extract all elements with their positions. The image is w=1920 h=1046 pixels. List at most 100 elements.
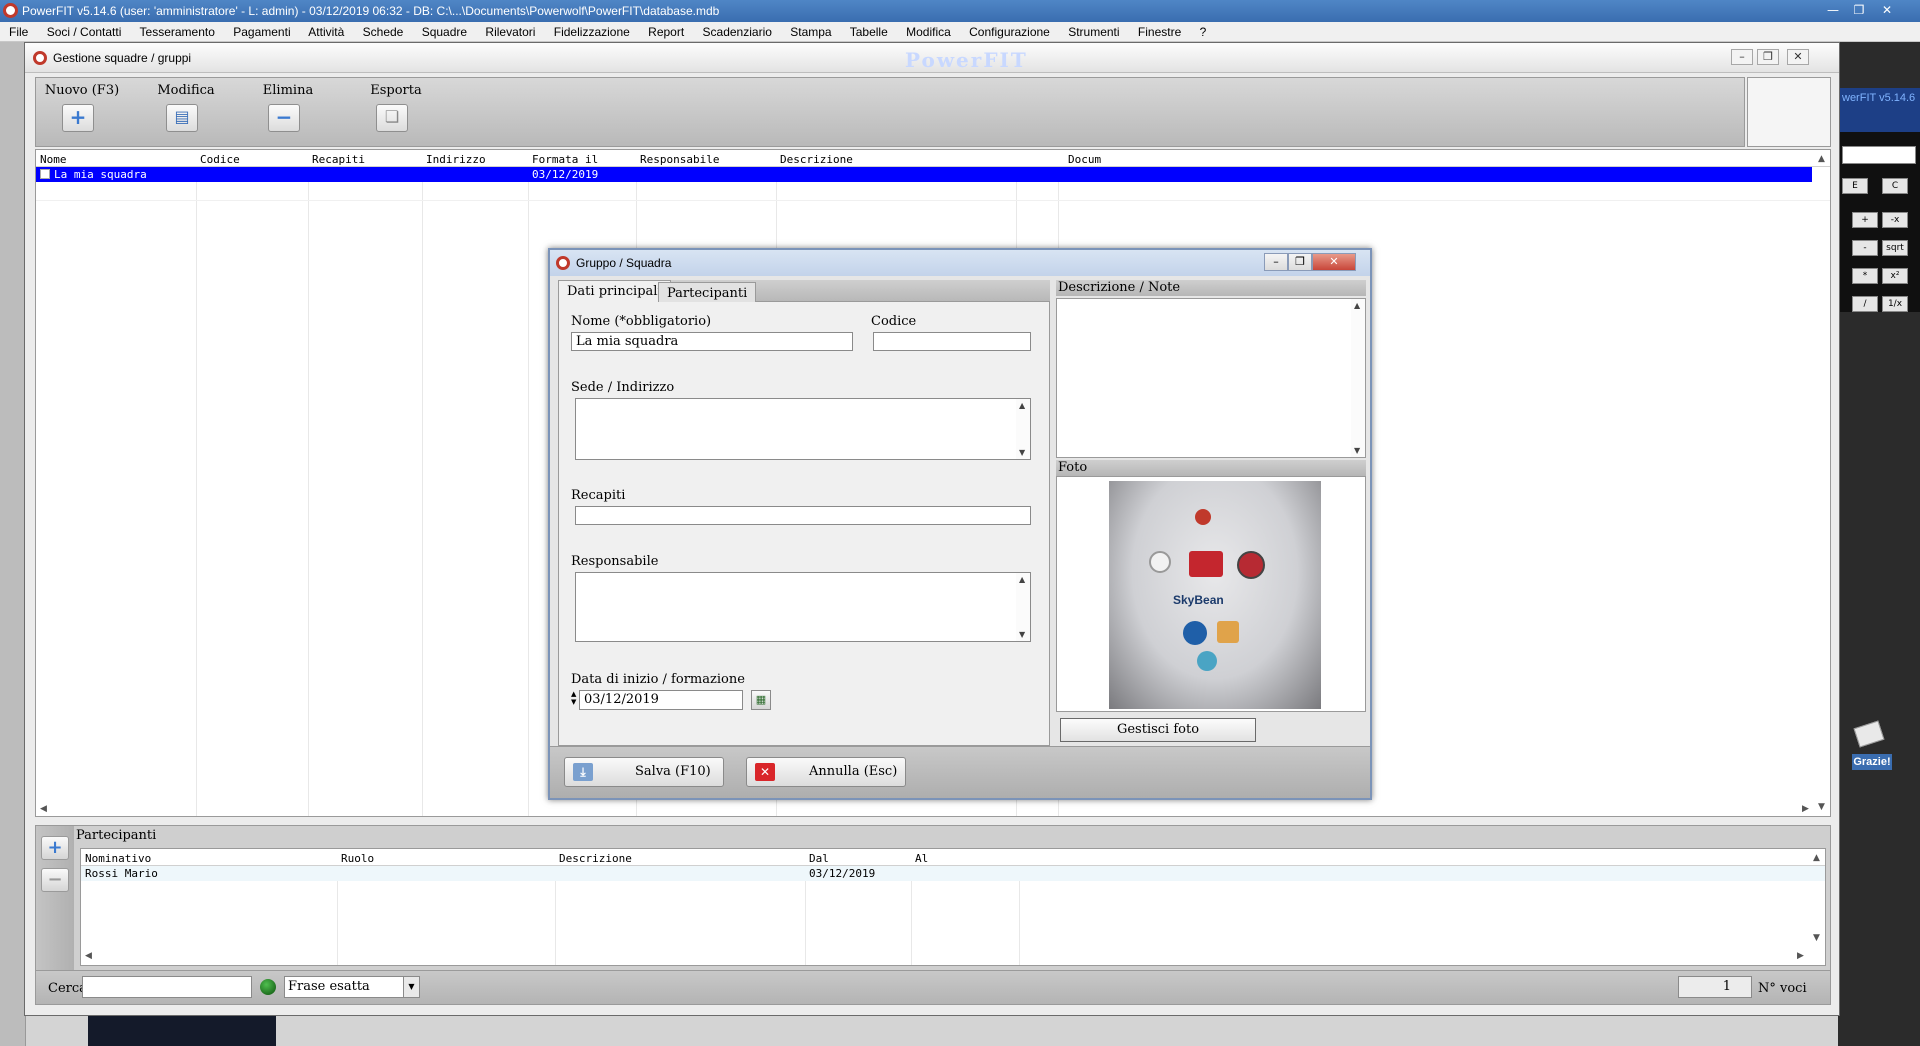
calc-key-e[interactable]: E <box>1842 178 1868 194</box>
search-mode-select[interactable]: Frase esatta ▼ <box>284 976 420 998</box>
dialog-minimize-icon[interactable]: – <box>1264 253 1288 271</box>
date-field[interactable]: 03/12/2019 <box>579 690 743 710</box>
contacts-field[interactable] <box>575 506 1031 525</box>
manage-photo-button[interactable]: Gestisci foto <box>1060 718 1256 742</box>
squad-photo: SkyBean <box>1109 481 1321 709</box>
row-checkbox[interactable] <box>40 169 50 179</box>
scroll-up-icon[interactable]: ▲ <box>1813 853 1820 863</box>
remove-participant-button[interactable]: − <box>41 868 69 892</box>
column-header-nome[interactable]: Nome <box>40 153 67 166</box>
cell-formata-il: 03/12/2019 <box>532 168 599 181</box>
scroll-down-icon[interactable]: ▼ <box>1813 933 1820 943</box>
calc-key-negate[interactable]: -x <box>1882 212 1908 228</box>
app-restore-icon[interactable]: ❐ <box>1846 0 1872 20</box>
column-header-ruolo[interactable]: Ruolo <box>341 852 374 865</box>
add-participant-button[interactable]: + <box>41 836 69 860</box>
column-header-nominativo[interactable]: Nominativo <box>85 852 151 865</box>
column-header-dal[interactable]: Dal <box>809 852 829 865</box>
code-field[interactable] <box>873 332 1031 351</box>
menu-squadre[interactable]: Squadre <box>422 25 467 39</box>
scroll-up-icon[interactable]: ▲ <box>1354 301 1360 310</box>
column-header-recapiti[interactable]: Recapiti <box>312 153 365 166</box>
menu-soci-contatti[interactable]: Soci / Contatti <box>47 25 122 39</box>
menu-report[interactable]: Report <box>648 25 684 39</box>
menu-strumenti[interactable]: Strumenti <box>1068 25 1119 39</box>
menu-rilevatori[interactable]: Rilevatori <box>485 25 535 39</box>
scroll-down-icon[interactable]: ▼ <box>1019 630 1025 639</box>
scroll-right-icon[interactable]: ▶ <box>1797 951 1804 961</box>
menu-scadenziario[interactable]: Scadenziario <box>703 25 772 39</box>
calendar-icon[interactable]: ▦ <box>751 690 771 710</box>
table-row[interactable]: La mia squadra 03/12/2019 <box>36 167 1812 182</box>
column-header-documenti[interactable]: Docum <box>1068 153 1101 166</box>
app-close-icon[interactable]: ✕ <box>1874 0 1900 20</box>
cell-dal: 03/12/2019 <box>809 867 876 880</box>
tab-partecipanti[interactable]: Partecipanti <box>658 282 757 304</box>
new-button[interactable]: Nuovo (F3) + <box>42 80 122 144</box>
scroll-left-icon[interactable]: ◀ <box>85 951 92 961</box>
menu-finestre[interactable]: Finestre <box>1138 25 1181 39</box>
cancel-button[interactable]: ✕ Annulla (Esc) <box>746 757 906 787</box>
calc-key-reciprocal[interactable]: 1/x <box>1882 296 1908 312</box>
menu-bar: File Soci / Contatti Tesseramento Pagame… <box>0 22 1920 42</box>
menu-attivita[interactable]: Attività <box>308 25 344 39</box>
close-icon: ✕ <box>755 763 775 781</box>
date-spinner-icon[interactable]: ▲ ▼ <box>571 690 576 706</box>
notes-scrollbar[interactable]: ▲ ▼ <box>1351 299 1365 457</box>
column-header-descrizione[interactable]: Descrizione <box>559 852 632 865</box>
scroll-down-icon[interactable]: ▼ <box>1354 446 1360 455</box>
calc-key-minus[interactable]: - <box>1852 240 1878 256</box>
column-header-descrizione[interactable]: Descrizione <box>780 153 853 166</box>
menu-help[interactable]: ? <box>1200 25 1207 39</box>
calc-key-plus[interactable]: + <box>1852 212 1878 228</box>
menu-tabelle[interactable]: Tabelle <box>850 25 888 39</box>
menu-schede[interactable]: Schede <box>363 25 404 39</box>
calc-key-clear[interactable]: C <box>1882 178 1908 194</box>
column-header-formata-il[interactable]: Formata il <box>532 153 598 166</box>
calc-key-divide[interactable]: / <box>1852 296 1878 312</box>
edit-button[interactable]: Modifica ▤ <box>146 80 226 144</box>
app-minimize-icon[interactable]: — <box>1820 0 1846 20</box>
delete-button[interactable]: Elimina − <box>248 80 328 144</box>
calc-key-sqrt[interactable]: sqrt <box>1882 240 1908 256</box>
address-scrollbar[interactable]: ▲ ▼ <box>1016 399 1030 459</box>
manager-scrollbar[interactable]: ▲ ▼ <box>1016 573 1030 641</box>
export-button[interactable]: Esporta ❏ <box>356 80 436 144</box>
menu-configurazione[interactable]: Configurazione <box>969 25 1050 39</box>
column-header-indirizzo[interactable]: Indirizzo <box>426 153 486 166</box>
address-field[interactable]: ▲ ▼ <box>575 398 1031 460</box>
menu-fidelizzazione[interactable]: Fidelizzazione <box>554 25 630 39</box>
window-restore-icon[interactable]: ❐ <box>1757 49 1779 65</box>
thanks-label: Grazie! <box>1852 754 1892 770</box>
calc-key-multiply[interactable]: * <box>1852 268 1878 284</box>
column-header-codice[interactable]: Codice <box>200 153 240 166</box>
scroll-down-icon[interactable]: ▼ <box>1019 448 1025 457</box>
scroll-up-icon[interactable]: ▲ <box>1019 575 1025 584</box>
window-minimize-icon[interactable]: – <box>1731 49 1753 65</box>
menu-tesseramento[interactable]: Tesseramento <box>140 25 215 39</box>
dialog-close-icon[interactable]: ✕ <box>1312 253 1356 271</box>
scroll-up-icon[interactable]: ▲ <box>1818 154 1825 164</box>
window-close-icon[interactable]: ✕ <box>1787 49 1809 65</box>
manager-field[interactable]: ▲ ▼ <box>575 572 1031 642</box>
column-header-al[interactable]: Al <box>915 852 928 865</box>
column-header-responsabile[interactable]: Responsabile <box>640 153 719 166</box>
tab-dati-principali[interactable]: Dati principali <box>558 280 671 303</box>
save-button[interactable]: ⤓ Salva (F10) <box>564 757 724 787</box>
notes-field[interactable]: ▲ ▼ <box>1056 298 1366 458</box>
chevron-down-icon[interactable]: ▼ <box>403 977 419 997</box>
scroll-up-icon[interactable]: ▲ <box>1019 401 1025 410</box>
scroll-left-icon[interactable]: ◀ <box>40 804 47 814</box>
calc-key-square[interactable]: x² <box>1882 268 1908 284</box>
menu-modifica[interactable]: Modifica <box>906 25 951 39</box>
search-input[interactable] <box>82 976 252 998</box>
menu-file[interactable]: File <box>9 25 28 39</box>
menu-pagamenti[interactable]: Pagamenti <box>233 25 290 39</box>
dialog-restore-icon[interactable]: ❐ <box>1288 253 1312 271</box>
scroll-right-icon[interactable]: ▶ <box>1802 804 1809 814</box>
name-field[interactable]: La mia squadra <box>571 332 853 351</box>
photo-sticker <box>1183 621 1207 645</box>
menu-stampa[interactable]: Stampa <box>790 25 831 39</box>
scroll-down-icon[interactable]: ▼ <box>1818 802 1825 812</box>
table-row[interactable]: Rossi Mario 03/12/2019 <box>81 866 1825 881</box>
